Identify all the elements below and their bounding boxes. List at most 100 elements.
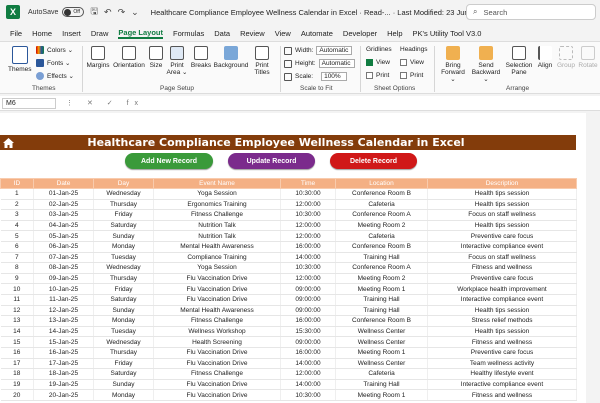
- table-cell[interactable]: 12-Jan-25: [33, 305, 94, 317]
- table-cell[interactable]: 02-Jan-25: [33, 199, 94, 211]
- table-cell[interactable]: Preventive care focus: [427, 230, 577, 242]
- autosave-toggle[interactable]: Off: [62, 7, 85, 17]
- headings-view-checkbox[interactable]: View: [400, 59, 424, 66]
- table-cell[interactable]: 1: [0, 188, 34, 200]
- table-row[interactable]: 19 19-Jan-25 Sunday Flu Vaccination Drive 14…: [0, 379, 577, 391]
- table-cell[interactable]: Sunday: [93, 305, 154, 317]
- table-cell[interactable]: Wellness Workshop: [153, 326, 281, 338]
- table-cell[interactable]: 10:30:00: [280, 188, 336, 200]
- search-input[interactable]: ⌕ Search: [466, 4, 596, 20]
- table-cell[interactable]: Saturday: [93, 368, 154, 380]
- customize-toolbar-icon[interactable]: ⌄: [131, 7, 139, 18]
- align-button[interactable]: Align: [536, 46, 554, 69]
- table-cell[interactable]: 18-Jan-25: [33, 368, 94, 380]
- width-select[interactable]: Automatic: [316, 46, 353, 55]
- table-cell[interactable]: Yoga Session: [153, 188, 281, 200]
- tab-help[interactable]: Help: [387, 29, 402, 38]
- table-cell[interactable]: 11-Jan-25: [33, 294, 94, 306]
- table-cell[interactable]: 14:00:00: [280, 252, 336, 264]
- table-cell[interactable]: Health tips session: [427, 305, 577, 317]
- table-cell[interactable]: Friday: [93, 283, 154, 295]
- table-cell[interactable]: 09:00:00: [280, 305, 336, 317]
- table-cell[interactable]: Health tips session: [427, 188, 577, 200]
- table-cell[interactable]: 17-Jan-25: [33, 358, 94, 370]
- height-select[interactable]: Automatic: [318, 59, 355, 68]
- table-cell[interactable]: 6: [0, 241, 34, 253]
- table-cell[interactable]: 12: [0, 305, 34, 317]
- table-cell[interactable]: 19-Jan-25: [33, 379, 94, 391]
- table-row[interactable]: 9 09-Jan-25 Thursday Flu Vaccination Drive 1…: [0, 273, 577, 285]
- tab-view[interactable]: View: [275, 29, 291, 38]
- table-cell[interactable]: Interactive compliance event: [427, 379, 577, 391]
- table-cell[interactable]: 10:30:00: [280, 262, 336, 274]
- column-header[interactable]: Time: [280, 178, 336, 189]
- table-cell[interactable]: 16-Jan-25: [33, 347, 94, 359]
- table-cell[interactable]: 11: [0, 294, 34, 306]
- colors-button[interactable]: Colors ⌄: [36, 46, 73, 54]
- selection-pane-button[interactable]: Selection Pane: [504, 46, 534, 76]
- table-cell[interactable]: Health tips session: [427, 220, 577, 232]
- column-header[interactable]: Event Name: [153, 178, 281, 189]
- formula-bar-icons[interactable]: ⋮ ✕ ✓ fx: [66, 99, 144, 107]
- rotate-button[interactable]: Rotate: [578, 46, 598, 69]
- table-cell[interactable]: Monday: [93, 315, 154, 327]
- table-cell[interactable]: Flu Vaccination Drive: [153, 273, 281, 285]
- send-backward-button[interactable]: Send Backward ⌄: [470, 46, 502, 83]
- table-cell[interactable]: Interactive compliance event: [427, 294, 577, 306]
- table-cell[interactable]: 08-Jan-25: [33, 262, 94, 274]
- table-cell[interactable]: 09:00:00: [280, 283, 336, 295]
- table-cell[interactable]: 2: [0, 199, 34, 211]
- table-cell[interactable]: Training Hall: [335, 305, 428, 317]
- table-row[interactable]: 17 17-Jan-25 Friday Flu Vaccination Drive 14…: [0, 358, 577, 370]
- table-cell[interactable]: 12:00:00: [280, 273, 336, 285]
- fonts-button[interactable]: Fonts ⌄: [36, 59, 71, 67]
- table-row[interactable]: 4 04-Jan-25 Saturday Nutrition Talk 12:00:00…: [0, 220, 577, 232]
- table-cell[interactable]: 20: [0, 389, 34, 401]
- table-cell[interactable]: Health tips session: [427, 326, 577, 338]
- table-row[interactable]: 2 02-Jan-25 Thursday Ergonomics Training 12:…: [0, 199, 577, 211]
- update-record-button[interactable]: Update Record: [228, 153, 315, 169]
- table-cell[interactable]: 01-Jan-25: [33, 188, 94, 200]
- table-cell[interactable]: Health tips session: [427, 199, 577, 211]
- table-cell[interactable]: 18: [0, 368, 34, 380]
- table-cell[interactable]: Fitness and wellness: [427, 262, 577, 274]
- tab-utility-tool[interactable]: PK's Utility Tool V3.0: [413, 29, 482, 38]
- tab-automate[interactable]: Automate: [301, 29, 333, 38]
- table-row[interactable]: 12 12-Jan-25 Sunday Mental Health Awareness…: [0, 305, 577, 317]
- table-cell[interactable]: Friday: [93, 209, 154, 221]
- table-cell[interactable]: 05-Jan-25: [33, 230, 94, 242]
- table-cell[interactable]: Cafeteria: [335, 230, 428, 242]
- table-cell[interactable]: Flu Vaccination Drive: [153, 389, 281, 401]
- table-cell[interactable]: Wellness Center: [335, 336, 428, 348]
- table-cell[interactable]: Conference Room B: [335, 315, 428, 327]
- table-cell[interactable]: 10:30:00: [280, 389, 336, 401]
- table-cell[interactable]: Team wellness activity: [427, 358, 577, 370]
- table-cell[interactable]: 04-Jan-25: [33, 220, 94, 232]
- table-cell[interactable]: 16:00:00: [280, 347, 336, 359]
- table-row[interactable]: 10 10-Jan-25 Friday Flu Vaccination Drive 09…: [0, 283, 577, 295]
- gridlines-print-checkbox[interactable]: Print: [366, 72, 389, 79]
- table-cell[interactable]: 10: [0, 283, 34, 295]
- effects-button[interactable]: Effects ⌄: [36, 72, 74, 80]
- table-cell[interactable]: Yoga Session: [153, 262, 281, 274]
- table-row[interactable]: 7 07-Jan-25 Tuesday Compliance Training 14:0…: [0, 252, 577, 264]
- undo-icon[interactable]: ↶: [104, 7, 112, 18]
- table-cell[interactable]: Fitness Challenge: [153, 209, 281, 221]
- table-cell[interactable]: 13-Jan-25: [33, 315, 94, 327]
- group-button[interactable]: Group: [556, 46, 576, 69]
- table-cell[interactable]: Wednesday: [93, 262, 154, 274]
- table-cell[interactable]: 16:00:00: [280, 315, 336, 327]
- table-cell[interactable]: 19: [0, 379, 34, 391]
- table-cell[interactable]: Nutrition Talk: [153, 230, 281, 242]
- table-cell[interactable]: Thursday: [93, 273, 154, 285]
- background-button[interactable]: Background: [214, 46, 248, 69]
- table-cell[interactable]: 09:00:00: [280, 336, 336, 348]
- table-cell[interactable]: Flu Vaccination Drive: [153, 283, 281, 295]
- table-cell[interactable]: Preventive care focus: [427, 273, 577, 285]
- column-header[interactable]: Location: [335, 178, 428, 189]
- table-cell[interactable]: 12:00:00: [280, 199, 336, 211]
- table-cell[interactable]: 09:00:00: [280, 294, 336, 306]
- table-cell[interactable]: Wednesday: [93, 188, 154, 200]
- table-row[interactable]: 20 20-Jan-25 Monday Flu Vaccination Drive 10…: [0, 389, 577, 401]
- table-cell[interactable]: 14: [0, 326, 34, 338]
